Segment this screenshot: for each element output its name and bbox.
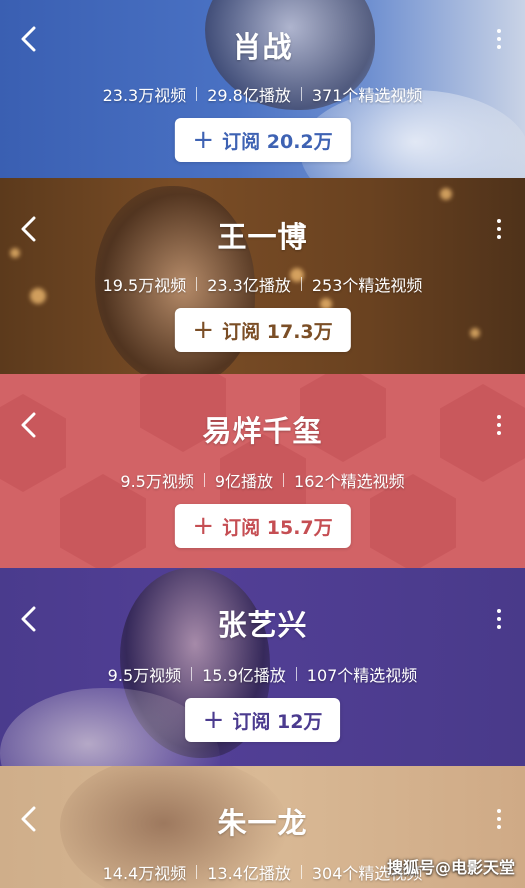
channel-card: 王一博 19.5万视频 23.3亿播放 253个精选视频 + 订阅 17.3万 [0,178,525,374]
play-count: 23.3亿播放 [207,276,291,295]
divider [300,277,302,291]
channel-list: 肖战 23.3万视频 29.8亿播放 371个精选视频 + 订阅 20.2万 王… [0,0,525,888]
channel-card: 肖战 23.3万视频 29.8亿播放 371个精选视频 + 订阅 20.2万 [0,0,525,178]
subscribe-label: 订阅 15.7万 [222,516,333,539]
divider [196,277,198,291]
play-count: 13.4亿播放 [207,864,291,883]
plus-icon: + [192,315,215,345]
divider [300,87,302,101]
plus-icon: + [192,125,215,155]
channel-name: 朱一龙 [217,806,308,840]
video-count: 9.5万视频 [107,666,182,685]
divider [191,667,193,681]
subscribe-label: 订阅 20.2万 [222,130,333,153]
subscribe-button[interactable]: + 订阅 15.7万 [174,504,351,548]
subscribe-label: 订阅 12万 [232,710,323,733]
play-count: 15.9亿播放 [202,666,286,685]
channel-stats: 19.5万视频 23.3亿播放 253个精选视频 [0,272,525,296]
channel-stats: 9.5万视频 15.9亿播放 107个精选视频 [0,662,525,686]
video-count: 9.5万视频 [120,472,194,491]
subscribe-button[interactable]: + 订阅 12万 [184,698,341,742]
watermark-text: 搜狐号@电影天堂 [386,858,515,877]
featured-count: 371个精选视频 [311,86,423,105]
subscribe-label: 订阅 17.3万 [222,320,333,343]
channel-card: 易烊千玺 9.5万视频 9亿播放 162个精选视频 + 订阅 15.7万 [0,374,525,568]
subscribe-button[interactable]: + 订阅 17.3万 [174,308,351,352]
channel-name: 肖战 [232,30,293,64]
channel-name: 易烊千玺 [202,414,323,448]
featured-count: 253个精选视频 [311,276,423,295]
play-count: 9亿播放 [214,472,274,491]
channel-name: 王一博 [217,220,308,254]
divider [300,865,302,879]
channel-name: 张艺兴 [217,608,308,642]
channel-stats: 23.3万视频 29.8亿播放 371个精选视频 [0,82,525,106]
divider [295,667,297,681]
channel-stats: 9.5万视频 9亿播放 162个精选视频 [0,468,525,492]
channel-card: 张艺兴 9.5万视频 15.9亿播放 107个精选视频 + 订阅 12万 [0,568,525,766]
featured-count: 162个精选视频 [294,472,405,491]
plus-icon: + [192,511,215,541]
subscribe-button[interactable]: + 订阅 20.2万 [174,118,351,162]
featured-count: 107个精选视频 [306,666,418,685]
video-count: 23.3万视频 [102,86,187,105]
play-count: 29.8亿播放 [207,86,291,105]
divider [196,865,198,879]
watermark: 搜狐号@电影天堂 [387,854,515,878]
video-count: 19.5万视频 [102,276,187,295]
plus-icon: + [202,705,225,735]
divider [283,473,285,487]
divider [196,87,198,101]
divider [203,473,205,487]
video-count: 14.4万视频 [102,864,187,883]
